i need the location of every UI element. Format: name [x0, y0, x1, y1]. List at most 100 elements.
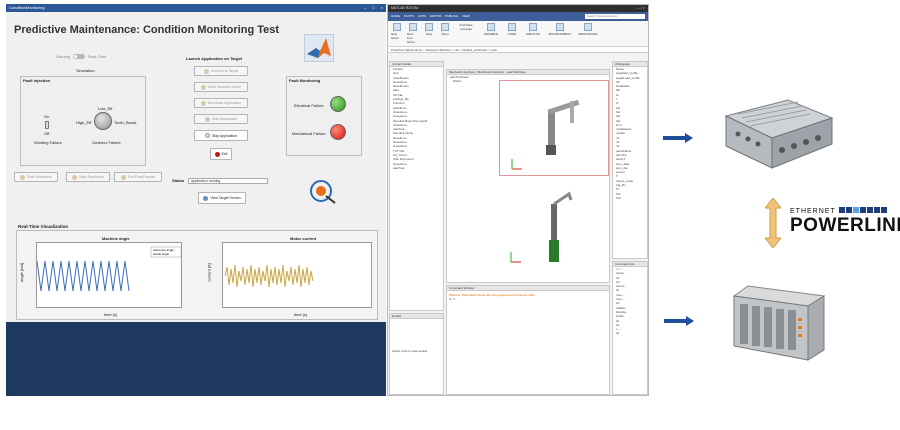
current-path-bar[interactable]: Predictive Maintenance > Stewpoint Machi… — [388, 47, 648, 53]
arrow-to-plc-icon — [664, 316, 694, 326]
mech-tab-2[interactable]: Mechanics Explorer - paleToolClass — [478, 70, 526, 74]
folder-item[interactable]: paleTool.. — [390, 166, 443, 170]
matlab-logo-icon — [304, 34, 334, 62]
command-window-title: Command Window — [447, 286, 609, 291]
monitor-icon — [203, 195, 209, 201]
find-files-button[interactable]: Find Files Compare — [455, 23, 477, 44]
gearbox-knob[interactable] — [94, 112, 112, 130]
fault-injection-title: Fault Injection — [23, 78, 51, 83]
start-simulation-button[interactable]: Start Simulation — [14, 172, 58, 182]
start-application-button[interactable]: Start Application — [194, 114, 248, 124]
matlab-window-controls: – □ × — [636, 6, 645, 10]
mode-switch[interactable] — [73, 54, 86, 59]
page-title: Predictive Maintenance: Condition Monito… — [14, 24, 280, 36]
switch-on-label: On — [44, 114, 50, 119]
status-field: application running — [188, 178, 268, 184]
start-icon — [204, 116, 210, 122]
robot-arm-bottom-icon — [510, 191, 573, 263]
knob-tooth-label: Tooth_Break — [114, 120, 137, 125]
tab-view[interactable]: VIEW — [462, 14, 470, 19]
resources-icon — [584, 23, 592, 31]
new-script-icon — [393, 23, 401, 31]
matlab-window-title: MATLAB R2019a — [391, 6, 418, 10]
stop-simulation-button[interactable]: Stop Simulation — [66, 172, 110, 182]
3d-view-bottom[interactable] — [499, 180, 609, 270]
close-icon[interactable]: × — [381, 5, 383, 10]
app-window-title: ConditionMonitoring — [9, 5, 45, 10]
resources-section[interactable]: RESOURCES — [577, 23, 599, 44]
matlab-titlebar: MATLAB R2019a – □ × — [388, 5, 648, 12]
tab-publish[interactable]: PUBLISH — [445, 14, 458, 19]
open-button[interactable]: Open — [439, 23, 451, 44]
environment-section[interactable]: ENVIRONMENT — [547, 23, 573, 44]
winding-switch[interactable] — [45, 121, 49, 129]
tab-editor[interactable]: EDITOR — [430, 14, 441, 19]
history-item[interactable]: dir — [613, 331, 647, 335]
double-arrow-icon — [765, 198, 781, 248]
tab-apps[interactable]: APPS — [418, 14, 426, 19]
documentation-search-input[interactable]: Search Documentation — [585, 14, 645, 19]
workspace-pane: Workspace Name angleRef_profile angleLoad_… — [612, 61, 648, 259]
ethernet-label: ETHERNET — [790, 207, 836, 215]
stop-icon — [204, 133, 210, 138]
electrical-status-lamp — [330, 96, 346, 112]
condition-monitoring-window: ConditionMonitoring – □ × Predictive Maint… — [6, 4, 386, 396]
simulink-section[interactable]: SIMULINK — [523, 23, 543, 44]
new-icon — [425, 23, 433, 31]
switch-off-label: Off — [44, 131, 50, 136]
exit-icon — [214, 151, 220, 157]
3d-view-top[interactable] — [499, 80, 609, 176]
tab-plots[interactable]: PLOTS — [404, 14, 414, 19]
tab-home[interactable]: HOME — [391, 14, 400, 19]
exit-button[interactable]: Exit — [210, 148, 232, 160]
details-title: Details — [390, 314, 443, 319]
download-application-button[interactable]: Download Application — [194, 98, 248, 108]
electrical-failure-label: Electrical Failure — [294, 103, 324, 108]
minimize-icon[interactable]: – — [364, 5, 366, 10]
arrow-to-pc-icon — [663, 133, 693, 143]
knob-high-label: High_Eff — [76, 120, 92, 125]
target-screen-icon — [310, 180, 336, 204]
plot-icon — [120, 174, 126, 180]
connect-icon — [203, 68, 209, 74]
code-section[interactable]: CODE — [505, 23, 519, 44]
winding-failure-label: Winding Failure — [34, 140, 62, 145]
realtime-title: Real-Time Visualization — [18, 224, 69, 229]
workspace-item[interactable]: Ts2 — [613, 196, 647, 200]
new-script-button[interactable]: New Script — [391, 23, 403, 44]
connect-target-button[interactable]: Connect to Target — [194, 66, 248, 76]
chart2-current-wave — [224, 264, 314, 288]
powerlink-logo: ETHERNET POWERLINK — [790, 207, 900, 237]
mechanical-failure-label: Mechanical Failure — [292, 131, 326, 136]
variable-section[interactable]: VARIABLE — [481, 23, 501, 44]
toggle-right-label: Real-Time — [88, 54, 107, 59]
chart2-ylabel: current [A] — [206, 263, 212, 282]
powerlink-label: POWERLINK — [790, 215, 900, 236]
play-icon — [20, 174, 26, 180]
plc-module-image — [732, 285, 826, 361]
toggle-left-label: Gaming — [56, 54, 71, 59]
chart2-plot — [222, 242, 372, 308]
command-prompt[interactable]: fx >> — [447, 297, 609, 301]
folder-list: Folders slprj classifLearn closedLoo.. class… — [390, 67, 443, 170]
industrial-pc-image — [724, 99, 834, 169]
maximize-icon[interactable]: □ — [372, 5, 374, 10]
plot-results-button[interactable]: Plot Final Results — [114, 172, 162, 182]
stop-application-button[interactable]: Stop Application — [194, 130, 248, 141]
mode-toggle[interactable]: Gaming Real-Time — [56, 54, 106, 59]
variable-icon — [487, 23, 495, 31]
new-live-script-button[interactable]: New Live Script — [407, 23, 419, 44]
mech-tab-1[interactable]: Mechanics Explorer — [449, 70, 475, 74]
view-target-screen-button[interactable]: View Target Screen — [198, 192, 246, 204]
compare-button[interactable]: Compare — [460, 27, 472, 31]
details-pane: Details Select a file to view details — [389, 313, 444, 395]
open-folder-icon — [441, 23, 449, 31]
chart1-ylabel: angle [rad] — [18, 263, 24, 282]
build-model-button[interactable]: Build Simulink Model — [194, 82, 248, 92]
dark-background-area — [6, 322, 386, 396]
new-button[interactable]: New — [423, 23, 435, 44]
simulation-label: Simulation — [76, 68, 95, 73]
environment-icon — [556, 23, 564, 31]
matlab-tabstrip: HOME PLOTS APPS EDITOR PUBLISH VIEW Sear… — [388, 12, 648, 21]
chart1-angle-wave — [36, 260, 130, 292]
